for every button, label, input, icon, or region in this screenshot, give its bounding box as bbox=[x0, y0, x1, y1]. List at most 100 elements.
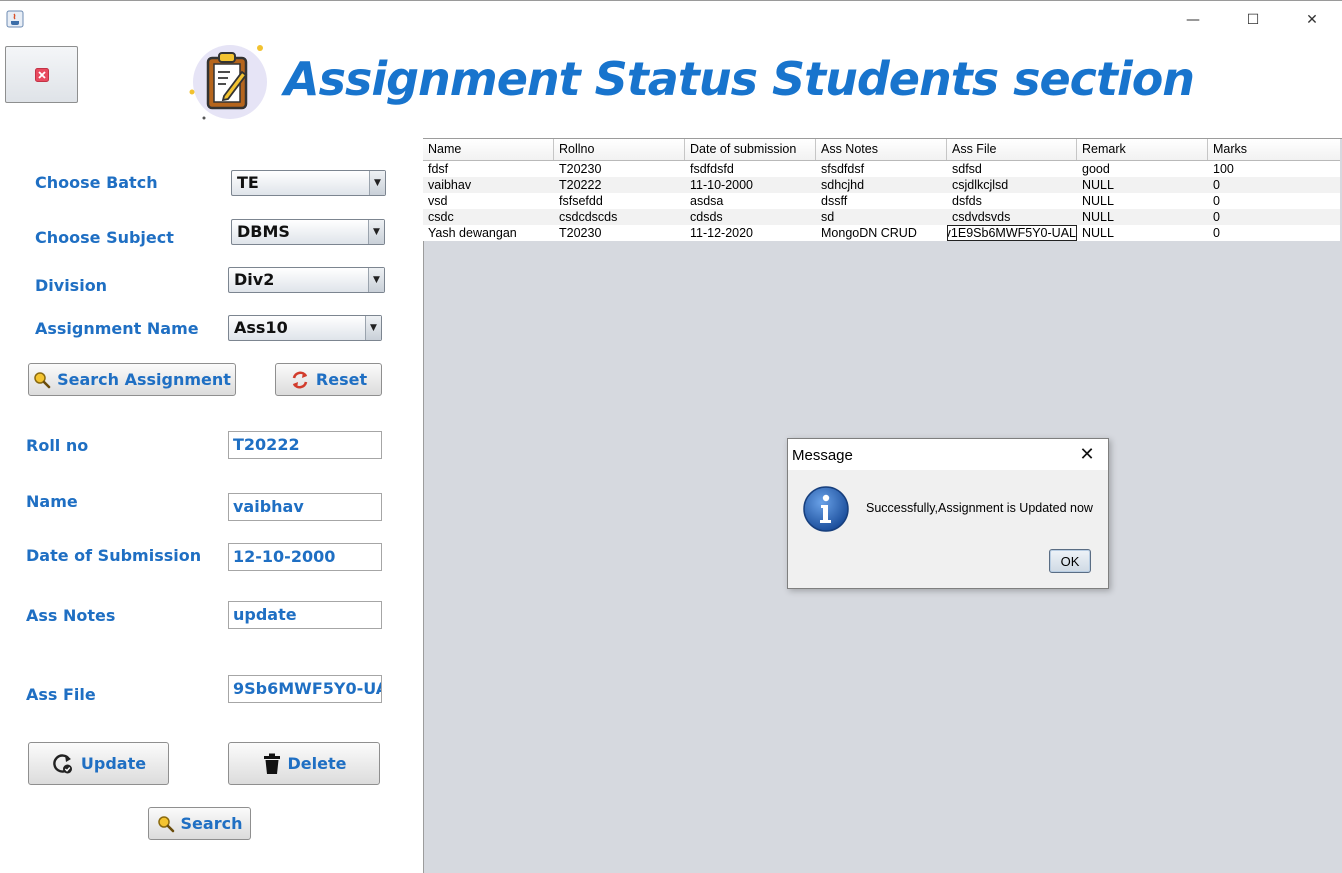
table-cell: MongoDN CRUD bbox=[821, 226, 917, 240]
chevron-down-icon: ▼ bbox=[365, 316, 381, 340]
subject-select-value: DBMS bbox=[237, 222, 290, 241]
date-field[interactable]: 12-10-2000 bbox=[228, 543, 382, 571]
table-cell: T20230 bbox=[559, 162, 602, 176]
search-assignment-label: Search Assignment bbox=[57, 370, 231, 389]
ok-button[interactable]: OK bbox=[1049, 549, 1091, 573]
column-header-marks[interactable]: Marks bbox=[1208, 139, 1340, 160]
dialog-message: Successfully,Assignment is Updated now bbox=[866, 501, 1093, 515]
table-cell: 0 bbox=[1213, 210, 1220, 224]
rollno-field[interactable]: T20222 bbox=[228, 431, 382, 459]
table-cell: T20230 bbox=[559, 226, 602, 240]
table-cell: fsfsefdd bbox=[559, 194, 603, 208]
table-cell: fdsf bbox=[428, 162, 449, 176]
column-header-rollno[interactable]: Rollno bbox=[554, 139, 685, 160]
table-cell: fsdfdsfd bbox=[690, 162, 734, 176]
table-cell: vsd bbox=[428, 194, 448, 208]
table-cell: dsfds bbox=[952, 194, 982, 208]
chevron-down-icon: ▼ bbox=[369, 171, 385, 195]
reset-button[interactable]: Reset bbox=[275, 363, 382, 396]
table-cell: 11-12-2020 bbox=[690, 226, 754, 240]
exit-button[interactable] bbox=[5, 46, 78, 103]
rollno-label: Roll no bbox=[26, 436, 89, 455]
column-header-date[interactable]: Date of submission bbox=[685, 139, 816, 160]
table-cell: 0 bbox=[1213, 226, 1220, 240]
table-cell: NULL bbox=[1082, 210, 1114, 224]
minimize-button[interactable]: — bbox=[1170, 5, 1216, 35]
table-cell: 0 bbox=[1213, 194, 1220, 208]
column-header-name[interactable]: Name bbox=[423, 139, 554, 160]
maximize-button[interactable]: ☐ bbox=[1230, 5, 1276, 35]
dialog-titlebar: Message ✕ bbox=[788, 439, 1108, 470]
dialog-close-button[interactable]: ✕ bbox=[1076, 444, 1098, 466]
column-header-file[interactable]: Ass File bbox=[947, 139, 1077, 160]
delete-label: Delete bbox=[287, 754, 347, 773]
name-label: Name bbox=[26, 492, 78, 511]
window-close-button[interactable]: ✕ bbox=[1289, 5, 1335, 35]
notes-label: Ass Notes bbox=[26, 606, 116, 625]
table-cell: 0 bbox=[1213, 178, 1220, 192]
search-assignment-button[interactable]: Search Assignment bbox=[28, 363, 236, 396]
table-cell: dssff bbox=[821, 194, 848, 208]
table-row[interactable]: csdc csdcdscds cdsds sd csdvdsvds NULL 0 bbox=[423, 209, 1340, 225]
info-icon bbox=[803, 486, 849, 532]
division-label: Division bbox=[35, 276, 108, 295]
table-cell: sd bbox=[821, 210, 835, 224]
chevron-down-icon: ▼ bbox=[368, 220, 384, 244]
table-cell: good bbox=[1082, 162, 1110, 176]
refresh-icon bbox=[292, 371, 308, 388]
table-cell: 11-10-2000 bbox=[690, 178, 754, 192]
assignment-select[interactable]: Ass10 ▼ bbox=[228, 315, 382, 341]
clipboard-logo-icon bbox=[189, 45, 267, 120]
notes-field[interactable]: update bbox=[228, 601, 382, 629]
table-row[interactable]: fdsf T20230 fsdfdsfd sfsdfdsf sdfsd good… bbox=[423, 161, 1340, 177]
table-cell: NULL bbox=[1082, 194, 1114, 208]
reset-label: Reset bbox=[315, 370, 368, 389]
table-cell: sdhcjhd bbox=[821, 178, 865, 192]
file-field[interactable]: 9Sb6MWF5Y0-UAL bbox=[228, 675, 382, 703]
batch-select-value: TE bbox=[237, 173, 259, 192]
subject-select[interactable]: DBMS ▼ bbox=[231, 219, 385, 245]
column-header-notes[interactable]: Ass Notes bbox=[816, 139, 947, 160]
window-titlebar: — ☐ ✕ bbox=[0, 0, 1342, 36]
search-button[interactable]: Search bbox=[148, 807, 251, 840]
subject-label: Choose Subject bbox=[35, 228, 174, 247]
table-cell: 100 bbox=[1213, 162, 1234, 176]
trash-icon bbox=[263, 753, 280, 774]
table-cell: csdc bbox=[428, 210, 454, 224]
batch-label: Choose Batch bbox=[35, 173, 158, 192]
table-cell: vaibhav bbox=[428, 178, 472, 192]
table-cell: sfsdfdsf bbox=[821, 162, 865, 176]
table-cell: csjdlkcjlsd bbox=[952, 178, 1009, 192]
division-select[interactable]: Div2 ▼ bbox=[228, 267, 385, 293]
update-label: Update bbox=[80, 754, 147, 773]
update-button[interactable]: Update bbox=[28, 742, 169, 785]
table-cell-focused[interactable]: dv1E9Sb6MWF5Y0-UAL bbox=[947, 225, 1077, 241]
date-label: Date of Submission bbox=[26, 546, 202, 565]
table-cell: Yash dewangan bbox=[428, 226, 517, 240]
chevron-down-icon: ▼ bbox=[368, 268, 384, 292]
batch-select[interactable]: TE ▼ bbox=[231, 170, 386, 196]
java-app-icon[interactable] bbox=[6, 10, 24, 28]
close-icon bbox=[34, 67, 49, 82]
search-label: Search bbox=[180, 814, 243, 833]
table-body: fdsf T20230 fsdfdsfd sfsdfdsf sdfsd good… bbox=[423, 161, 1340, 241]
message-dialog: Message ✕ Successfully,Assignment is Upd… bbox=[787, 438, 1109, 589]
search-icon bbox=[157, 815, 174, 832]
table-cell: asdsa bbox=[690, 194, 724, 208]
table-cell: NULL bbox=[1082, 226, 1114, 240]
page-title: Assignment Status Students section bbox=[284, 52, 1195, 106]
table-row[interactable]: Yash dewangan T20230 11-12-2020 MongoDN … bbox=[423, 225, 1340, 241]
column-header-remark[interactable]: Remark bbox=[1077, 139, 1208, 160]
dialog-title: Message bbox=[792, 447, 853, 464]
division-select-value: Div2 bbox=[234, 270, 275, 289]
assignment-select-value: Ass10 bbox=[234, 318, 288, 337]
table-row[interactable]: vaibhav T20222 11-10-2000 sdhcjhd csjdlk… bbox=[423, 177, 1340, 193]
table-header: Name Rollno Date of submission Ass Notes… bbox=[423, 139, 1340, 161]
name-field[interactable]: vaibhav bbox=[228, 493, 382, 521]
table-cell: sdfsd bbox=[952, 162, 982, 176]
table-cell: csdcdscds bbox=[559, 210, 618, 224]
delete-button[interactable]: Delete bbox=[228, 742, 380, 785]
table-cell: NULL bbox=[1082, 178, 1114, 192]
table-row[interactable]: vsd fsfsefdd asdsa dssff dsfds NULL 0 bbox=[423, 193, 1340, 209]
table-cell: csdvdsvds bbox=[952, 210, 1011, 224]
